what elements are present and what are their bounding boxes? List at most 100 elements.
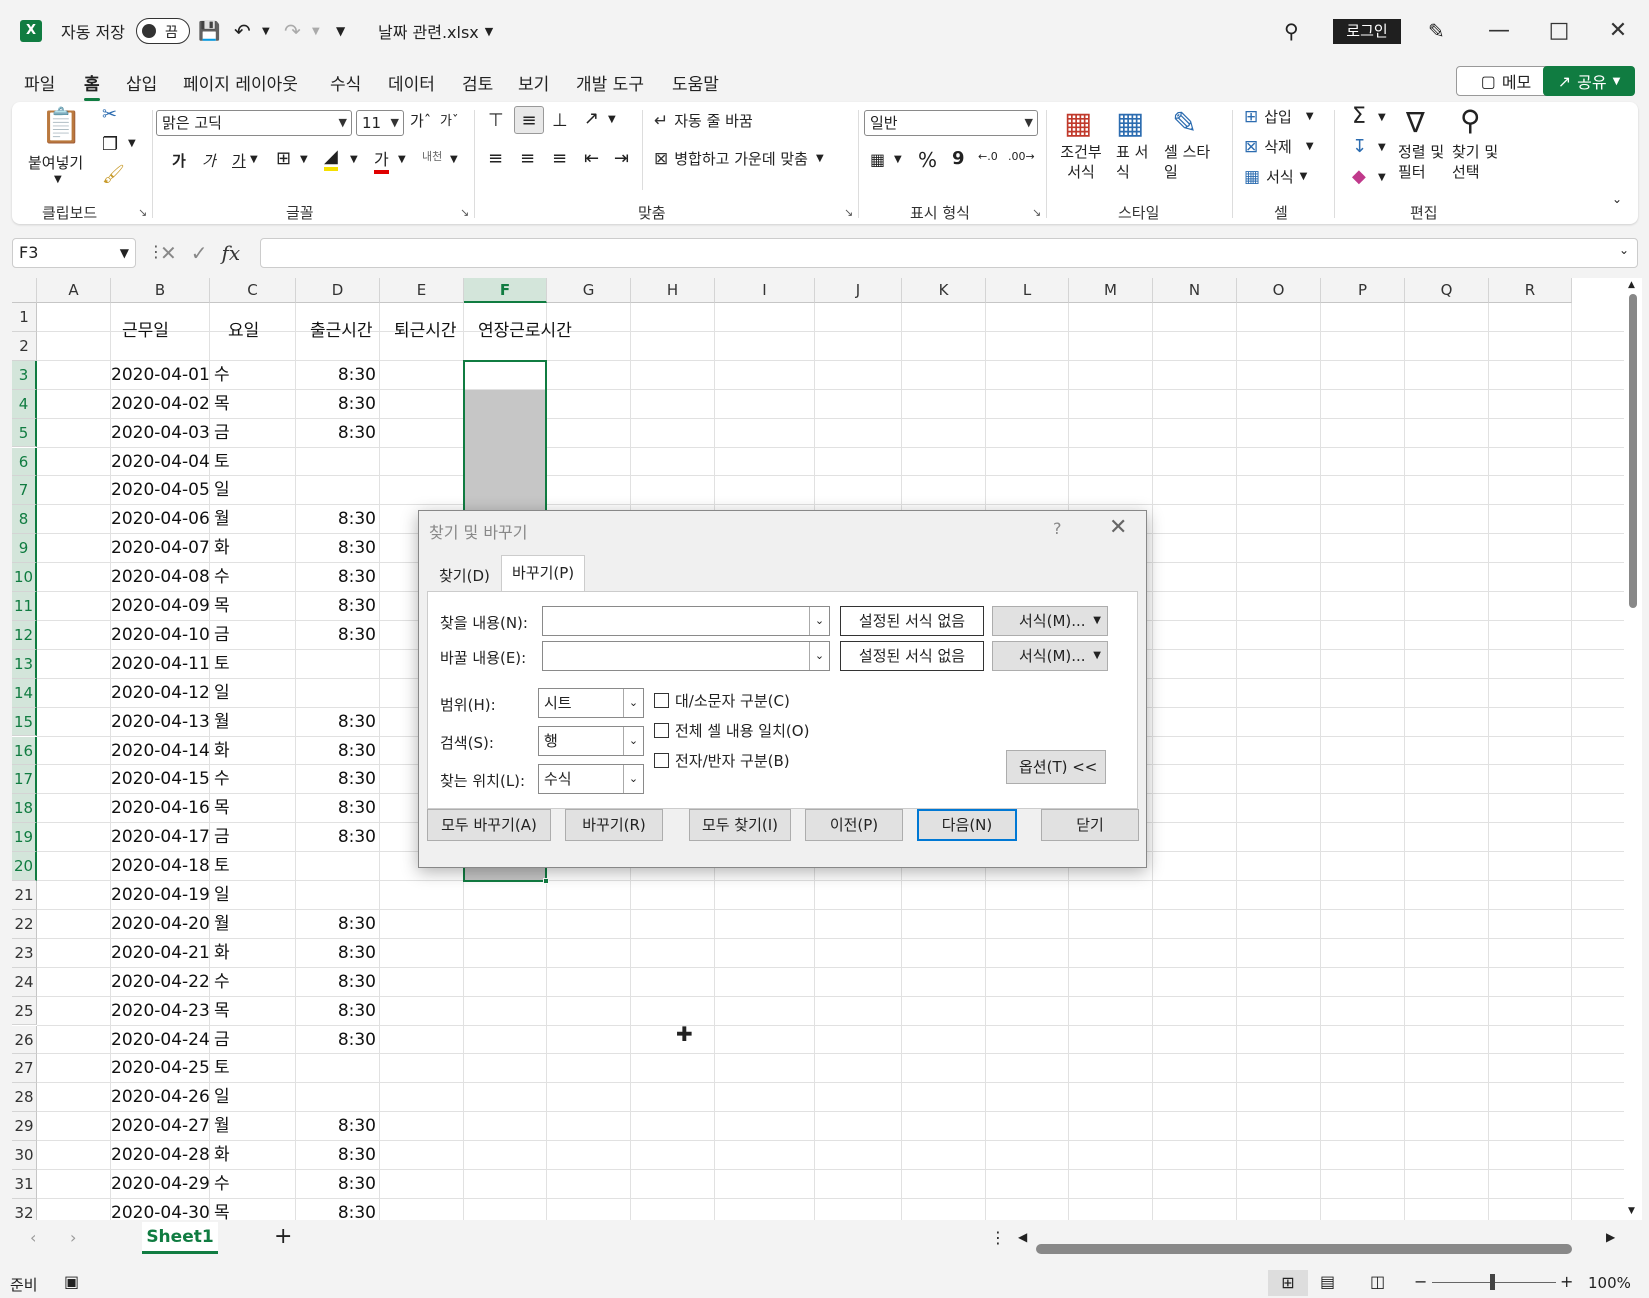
format-as-table-button[interactable]: 표 서식 xyxy=(1116,142,1156,182)
undo-dropdown-icon[interactable]: ▼ xyxy=(262,18,270,44)
cell-weekday[interactable]: 월 xyxy=(214,505,230,533)
cell-weekday[interactable]: 일 xyxy=(214,476,230,504)
find-what-dropdown-icon[interactable]: ⌄ xyxy=(809,607,829,635)
clear-dropdown-icon[interactable]: ▼ xyxy=(1378,172,1386,183)
tab-find[interactable]: 찾기(D) xyxy=(429,559,500,589)
cell-date[interactable]: 2020-04-18 xyxy=(111,852,210,880)
tab-page-layout[interactable]: 페이지 레이아웃 xyxy=(183,70,298,95)
border-dropdown-icon[interactable]: ▼ xyxy=(300,154,308,165)
cell-weekday[interactable]: 수 xyxy=(214,563,230,591)
cell-start-time[interactable] xyxy=(296,476,376,504)
accessibility-icon[interactable]: ▣ xyxy=(64,1272,79,1291)
find-next-button[interactable]: 다음(N) xyxy=(917,809,1017,841)
row-header-32[interactable]: 32 xyxy=(12,1198,37,1220)
replace-with-dropdown-icon[interactable]: ⌄ xyxy=(809,642,829,670)
cell-date[interactable]: 2020-04-27 xyxy=(111,1112,210,1140)
zoom-out-icon[interactable]: − xyxy=(1414,1272,1427,1291)
row-header-20[interactable]: 20 xyxy=(12,852,37,881)
row-header-12[interactable]: 12 xyxy=(12,620,37,650)
cell-weekday[interactable]: 월 xyxy=(214,1112,230,1140)
row-header-31[interactable]: 31 xyxy=(12,1170,37,1199)
cell-start-time[interactable] xyxy=(296,448,376,476)
conditional-format-button[interactable]: 조건부 서식 xyxy=(1058,142,1104,182)
wrap-text-button[interactable]: ↵ 자동 줄 바꿈 xyxy=(654,110,753,131)
options-button[interactable]: 옵션(T) << xyxy=(1006,750,1106,784)
replace-all-button[interactable]: 모두 바꾸기(A) xyxy=(427,809,551,841)
cell-weekday[interactable]: 수 xyxy=(214,361,230,389)
align-left-icon[interactable]: ≡ xyxy=(488,148,503,169)
cell-weekday[interactable]: 일 xyxy=(214,679,230,707)
column-header-O[interactable]: O xyxy=(1237,278,1321,303)
column-header-F[interactable]: F xyxy=(464,278,547,303)
cell-start-time[interactable]: 8:30 xyxy=(296,737,376,765)
decrease-decimal-icon[interactable]: .00→ xyxy=(1008,150,1035,163)
cell-F2[interactable]: 연장근로시간 xyxy=(478,317,572,345)
dialog-help-button[interactable]: ? xyxy=(1053,519,1062,538)
row-header-19[interactable]: 19 xyxy=(12,823,37,853)
cell-weekday[interactable]: 토 xyxy=(214,650,230,678)
cell-start-time[interactable]: 8:30 xyxy=(296,592,376,620)
page-layout-view-icon[interactable]: ▤ xyxy=(1320,1272,1335,1291)
phonetic-dropdown-icon[interactable]: ▼ xyxy=(450,154,458,165)
find-previous-button[interactable]: 이전(P) xyxy=(805,809,903,841)
match-entire-box[interactable] xyxy=(654,723,669,738)
decrease-font-icon[interactable]: 가ˇ xyxy=(440,110,458,129)
row-header-23[interactable]: 23 xyxy=(12,938,37,968)
cell-weekday[interactable]: 금 xyxy=(214,1026,230,1054)
row-header-5[interactable]: 5 xyxy=(12,418,37,448)
cell-date[interactable]: 2020-04-24 xyxy=(111,1026,210,1054)
cell-weekday[interactable]: 금 xyxy=(214,621,230,649)
sheet-tab-sheet1[interactable]: Sheet1 xyxy=(142,1222,218,1254)
row-header-4[interactable]: 4 xyxy=(12,389,37,419)
row-header-10[interactable]: 10 xyxy=(12,563,37,592)
cell-date[interactable]: 2020-04-13 xyxy=(111,708,210,736)
decrease-indent-icon[interactable]: ⇤ xyxy=(584,148,599,169)
cell-start-time[interactable]: 8:30 xyxy=(296,997,376,1025)
fill-dropdown-icon[interactable]: ▼ xyxy=(1378,142,1386,153)
match-byte-checkbox[interactable]: 전자/반자 구분(B) xyxy=(654,750,790,771)
sheet-next-icon[interactable]: › xyxy=(70,1228,76,1247)
save-icon[interactable]: 💾 xyxy=(198,18,220,44)
cell-weekday[interactable]: 수 xyxy=(214,765,230,793)
column-header-A[interactable]: A xyxy=(37,278,111,303)
fill-color-icon[interactable]: ◢ xyxy=(324,146,338,171)
column-header-E[interactable]: E xyxy=(380,278,464,303)
underline-icon[interactable]: 가 xyxy=(232,150,246,171)
tab-help[interactable]: 도움말 xyxy=(672,70,719,95)
accounting-format-icon[interactable]: ▦ xyxy=(870,150,885,169)
cell-date[interactable]: 2020-04-28 xyxy=(111,1141,210,1169)
cell-weekday[interactable]: 수 xyxy=(214,968,230,996)
row-header-1[interactable]: 1 xyxy=(12,303,37,332)
formula-expand-icon[interactable]: ⌄ xyxy=(1619,243,1629,257)
column-header-N[interactable]: N xyxy=(1153,278,1237,303)
column-header-G[interactable]: G xyxy=(547,278,631,303)
column-header-H[interactable]: H xyxy=(631,278,715,303)
tab-developer[interactable]: 개발 도구 xyxy=(576,70,644,95)
cell-date[interactable]: 2020-04-20 xyxy=(111,910,210,938)
scroll-up-icon[interactable]: ▲ xyxy=(1628,280,1635,290)
insert-function-icon[interactable]: fx xyxy=(222,241,241,265)
autosave-toggle[interactable]: 끔 xyxy=(136,18,190,44)
autosum-dropdown-icon[interactable]: ▼ xyxy=(1378,112,1386,123)
add-sheet-icon[interactable]: + xyxy=(274,1224,292,1249)
paste-button[interactable]: 붙여넣기 xyxy=(28,152,83,173)
cell-weekday[interactable]: 목 xyxy=(214,1199,230,1220)
cell-date[interactable]: 2020-04-17 xyxy=(111,823,210,851)
cell-date[interactable]: 2020-04-29 xyxy=(111,1170,210,1198)
column-header-J[interactable]: J xyxy=(815,278,902,303)
row-header-16[interactable]: 16 xyxy=(12,736,37,766)
cancel-entry-icon[interactable]: ✕ xyxy=(160,241,177,265)
match-case-checkbox[interactable]: 대/소문자 구분(C) xyxy=(654,690,790,711)
merge-center-button[interactable]: ⊠ 병합하고 가운데 맞춤 ▼ xyxy=(654,148,824,169)
autosum-icon[interactable]: Σ xyxy=(1352,104,1366,129)
zoom-slider-thumb[interactable] xyxy=(1490,1274,1495,1290)
cell-start-time[interactable]: 8:30 xyxy=(296,968,376,996)
font-size-combo[interactable]: 11 ▼ xyxy=(356,110,404,136)
replace-format-button[interactable]: 서식(M)... ▼ xyxy=(992,641,1108,671)
cell-weekday[interactable]: 목 xyxy=(214,997,230,1025)
name-box[interactable]: F3 ▼ xyxy=(12,238,136,268)
match-byte-box[interactable] xyxy=(654,753,669,768)
cell-date[interactable]: 2020-04-21 xyxy=(111,939,210,967)
close-button[interactable]: 닫기 xyxy=(1041,809,1139,841)
border-icon[interactable]: ⊞ xyxy=(276,148,291,169)
